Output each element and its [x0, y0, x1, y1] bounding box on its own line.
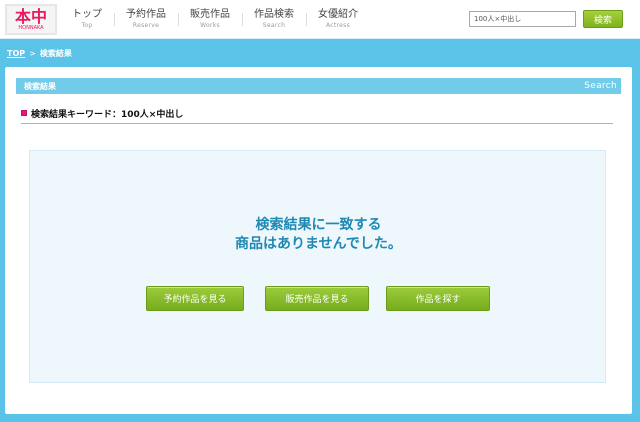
square-bullet-icon: [21, 110, 27, 116]
nav-item-label: 女優紹介: [318, 9, 358, 20]
main-nav: トップ Top 予約作品 Reserve 販売作品 Works 作品検索 Sea…: [60, 0, 370, 39]
nav-item-label: トップ: [72, 9, 102, 20]
nav-item-actress[interactable]: 女優紹介 Actress: [306, 0, 370, 39]
search-results-panel: 検索結果 Search 検索結果キーワード：100人×中出し 検索結果に一致する…: [5, 67, 632, 414]
panel-title: 検索結果: [24, 81, 56, 91]
nav-item-label: 販売作品: [190, 9, 230, 20]
breadcrumb-home-link[interactable]: TOP: [7, 49, 25, 58]
nav-item-sublabel: Reserve: [132, 22, 160, 29]
nav-item-label: 予約作品: [126, 9, 166, 20]
nav-item-label: 作品検索: [254, 9, 294, 20]
breadcrumb-current: 検索結果: [39, 48, 72, 58]
nav-item-sublabel: Actress: [325, 22, 351, 29]
nav-item-top[interactable]: トップ Top: [60, 0, 114, 39]
nav-item-reserve[interactable]: 予約作品 Reserve: [114, 0, 178, 39]
nav-item-sublabel: Search: [262, 22, 286, 29]
breadcrumb: TOP > 検索結果: [7, 47, 72, 59]
no-results-message-line2: 商品はありませんでした。: [235, 236, 402, 252]
search-keyword-label: 検索結果キーワード：100人×中出し: [31, 110, 184, 120]
nav-item-sublabel: Top: [81, 22, 93, 29]
no-results-message-line1: 検索結果に一致する: [255, 217, 382, 233]
panel-header: 検索結果 Search: [16, 78, 621, 94]
find-works-button[interactable]: 作品を探す: [386, 286, 490, 311]
view-reserve-works-button[interactable]: 予約作品を見る: [146, 286, 244, 311]
breadcrumb-separator: >: [29, 48, 36, 58]
no-results-box: 検索結果に一致する 商品はありませんでした。 予約作品を見る 販売作品を見る 作…: [29, 150, 606, 383]
no-results-message: 検索結果に一致する 商品はありませんでした。: [30, 216, 607, 254]
site-logo[interactable]: 本中 HONNAKA: [5, 4, 57, 35]
search-input[interactable]: [469, 11, 576, 27]
search-keyword-row: 検索結果キーワード：100人×中出し: [21, 107, 613, 124]
nav-item-search[interactable]: 作品検索 Search: [242, 0, 306, 39]
nav-item-works[interactable]: 販売作品 Works: [178, 0, 242, 39]
search-button[interactable]: 検索: [583, 10, 623, 28]
panel-title-en: Search: [584, 81, 617, 91]
view-sale-works-button[interactable]: 販売作品を見る: [265, 286, 369, 311]
nav-item-sublabel: Works: [200, 22, 220, 29]
logo-text: 本中: [14, 7, 47, 26]
logo-subtext: HONNAKA: [18, 25, 44, 31]
site-header: 本中 HONNAKA トップ Top 予約作品 Reserve 販売作品 Wor…: [0, 0, 640, 39]
